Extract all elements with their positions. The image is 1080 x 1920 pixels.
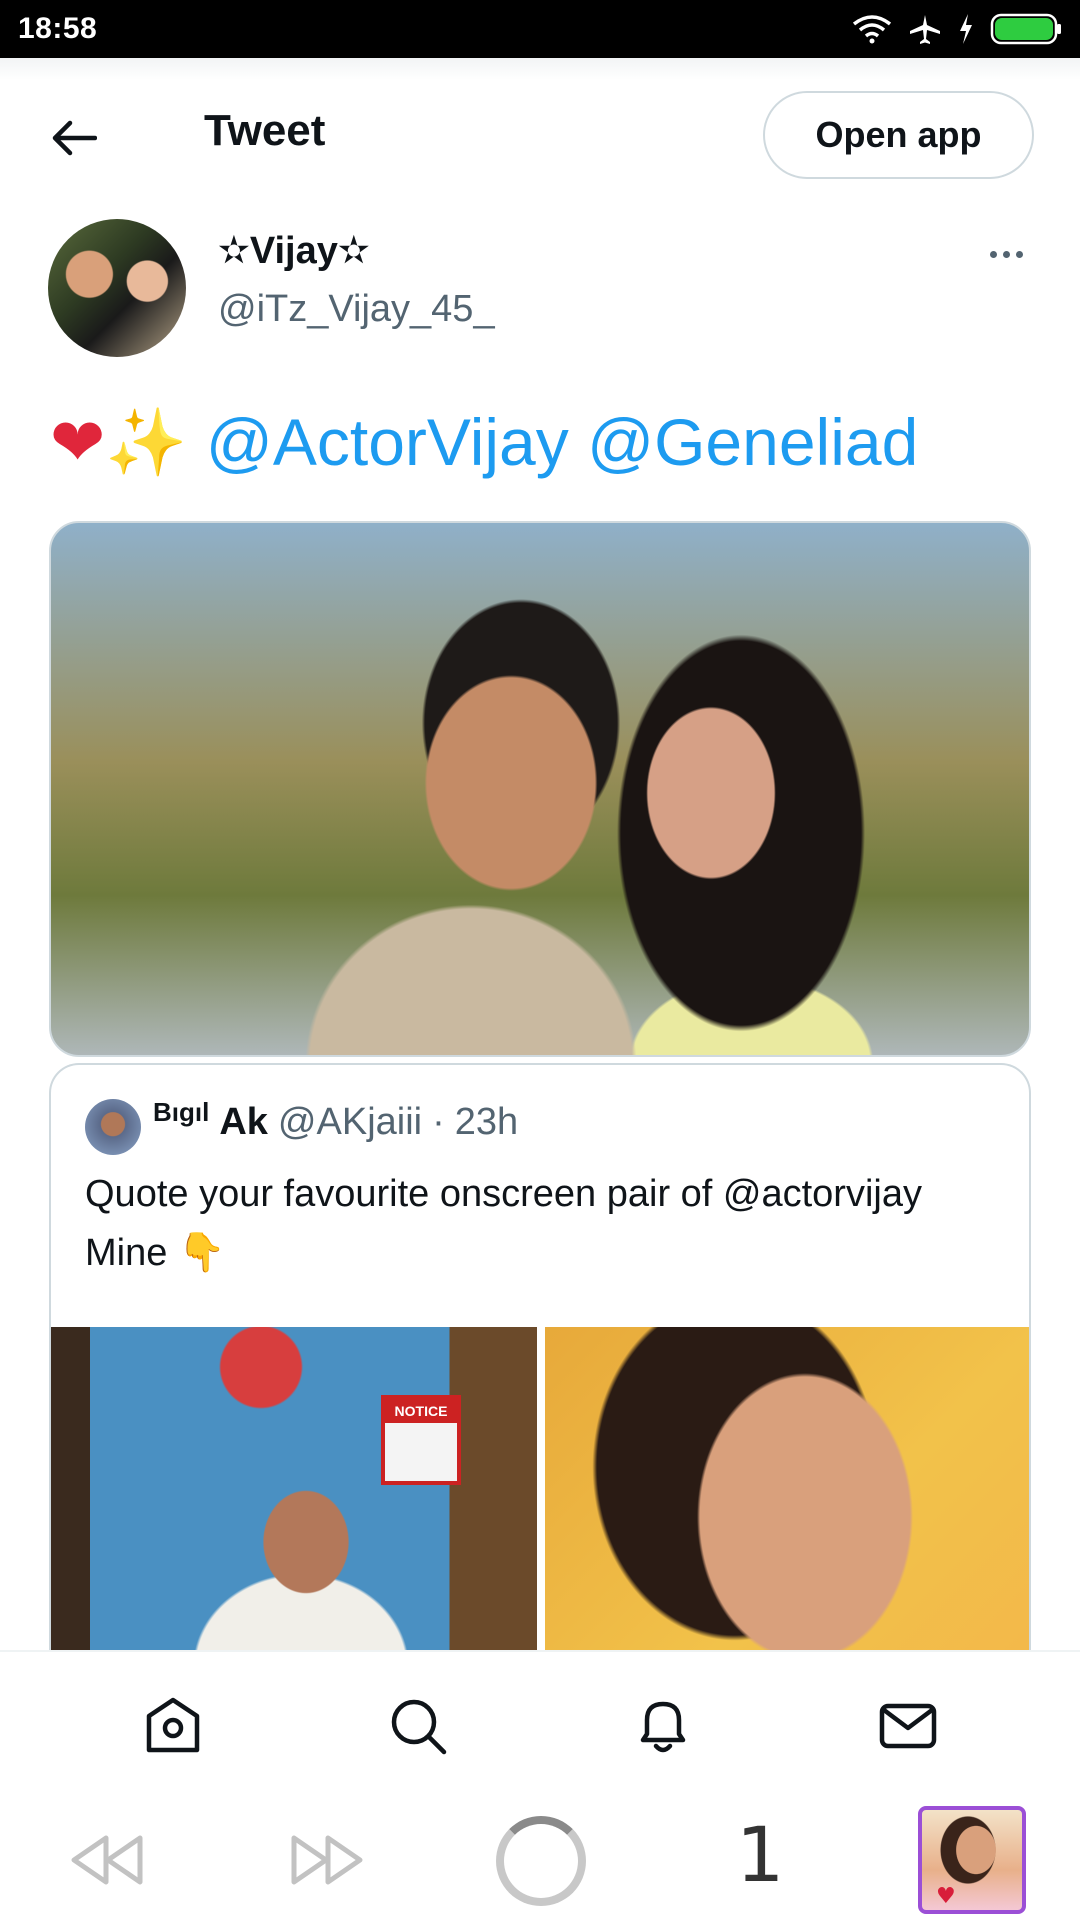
notice-sign: NOTICE <box>381 1395 461 1485</box>
status-bar: 18:58 <box>0 0 1080 58</box>
browser-toolbar: 1 ♥ <box>0 1800 1080 1920</box>
more-horizontal-icon <box>989 250 997 258</box>
mention-actorvijay[interactable]: @ActorVijay <box>206 405 569 479</box>
quoted-author-prefix: Bıgıl <box>153 1097 210 1127</box>
search-icon[interactable] <box>373 1681 463 1771</box>
quoted-photo-1[interactable]: NOTICE <box>51 1327 537 1663</box>
messages-icon[interactable] <box>863 1681 953 1771</box>
tab-count[interactable]: 1 <box>736 1810 784 1899</box>
screen: 18:58 Tweet Open app ✫Vijay✫ @iTz_Vijay_… <box>0 0 1080 1920</box>
heart-emoji: ❤ <box>50 404 106 481</box>
quoted-author-name: Ak <box>219 1101 268 1143</box>
rewind-icon[interactable] <box>68 1832 148 1893</box>
quoted-tweet-text: Quote your favourite onscreen pair of @a… <box>85 1165 985 1282</box>
tweet-text: ❤✨ @ActorVijay @Geneliad <box>50 400 918 485</box>
status-icons <box>852 12 1062 46</box>
wifi-icon <box>852 14 892 44</box>
quoted-photo-2[interactable] <box>545 1327 1029 1663</box>
sparkles-emoji: ✨ <box>105 404 188 481</box>
loading-spinner-icon[interactable] <box>496 1816 586 1906</box>
airplane-icon <box>908 13 942 45</box>
quoted-tweet-meta: Bıgıl Ak @AKjaiii · 23h <box>153 1097 519 1144</box>
quoted-tweet-time: 23h <box>454 1101 519 1143</box>
author-name[interactable]: ✫Vijay✫ <box>218 228 370 273</box>
top-app-bar: Tweet Open app <box>0 58 1080 208</box>
arrow-left-icon <box>52 120 97 156</box>
notifications-icon[interactable] <box>618 1681 708 1771</box>
tweet-photo[interactable] <box>49 521 1031 1057</box>
author-avatar[interactable] <box>48 219 186 357</box>
home-icon[interactable] <box>128 1681 218 1771</box>
quoted-author-avatar <box>85 1099 141 1155</box>
point-down-emoji: 👇 <box>177 1230 226 1274</box>
status-time: 18:58 <box>18 12 98 45</box>
charging-icon <box>958 14 974 44</box>
bottom-navigation <box>0 1650 1080 1800</box>
mention-geneliad[interactable]: @Geneliad <box>587 405 918 479</box>
more-options-button[interactable] <box>980 236 1032 272</box>
quoted-tweet[interactable]: Bıgıl Ak @AKjaiii · 23h Quote your favou… <box>49 1063 1031 1663</box>
battery-icon <box>990 12 1062 46</box>
author-handle[interactable]: @iTz_Vijay_45_ <box>218 288 495 331</box>
back-button[interactable] <box>46 110 102 166</box>
open-app-button[interactable]: Open app <box>763 91 1034 179</box>
tab-thumbnail-icon[interactable]: ♥ <box>918 1806 1026 1914</box>
page-title: Tweet <box>204 106 326 155</box>
fast-forward-icon[interactable] <box>286 1832 366 1893</box>
quoted-author-handle: @AKjaiii <box>277 1101 423 1143</box>
meta-separator: · <box>432 1101 445 1143</box>
